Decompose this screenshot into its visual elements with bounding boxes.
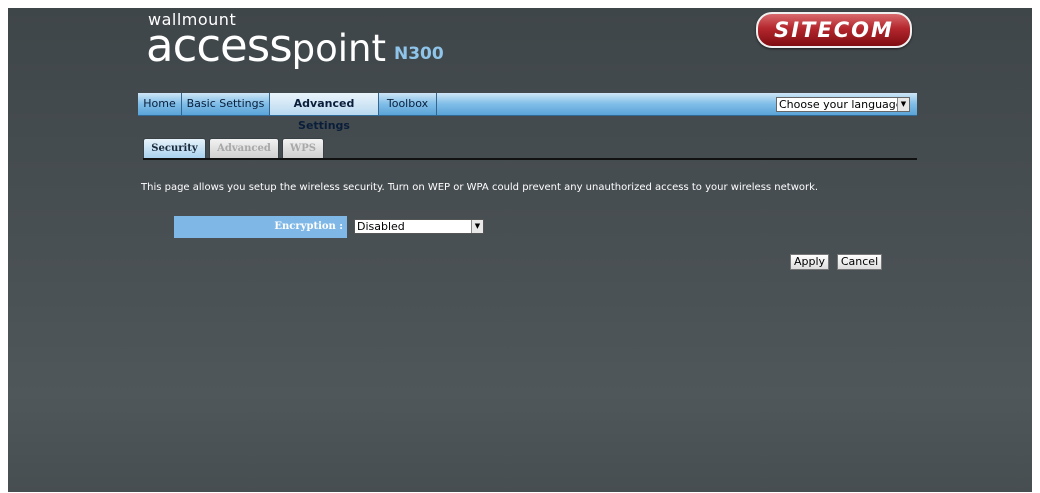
chevron-down-icon: ▼ [897, 98, 909, 111]
nav-toolbox[interactable]: Toolbox [379, 93, 437, 115]
language-select-value: Choose your language [779, 98, 903, 111]
encryption-label: Encryption : [174, 216, 347, 238]
encryption-select-value: Disabled [357, 220, 405, 233]
language-select[interactable]: Choose your language ▼ [776, 97, 910, 112]
tab-security[interactable]: Security [143, 138, 206, 158]
encryption-select[interactable]: Disabled ▼ [354, 219, 484, 234]
nav-advanced-settings[interactable]: Advanced Settings [270, 93, 379, 132]
nav-basic-settings[interactable]: Basic Settings [182, 93, 270, 115]
product-logo: accesspoint [146, 21, 386, 74]
logo-access-text: access [146, 19, 293, 72]
sitecom-logo: SITECOM [756, 12, 912, 48]
page-background: wallmount accesspoint N300 SITECOM Home … [8, 8, 1032, 492]
main-navigation: Home Basic Settings Advanced Settings To… [138, 93, 917, 132]
tab-wps[interactable]: WPS [282, 138, 324, 158]
page-description: This page allows you setup the wireless … [141, 182, 819, 193]
logo-model-text: N300 [394, 44, 444, 64]
tab-divider [143, 158, 917, 160]
nav-home[interactable]: Home [138, 93, 182, 115]
tab-advanced[interactable]: Advanced [209, 138, 279, 158]
apply-button[interactable]: Apply [790, 254, 829, 270]
logo-point-text: point [291, 27, 387, 70]
cancel-button[interactable]: Cancel [837, 254, 882, 270]
chevron-down-icon: ▼ [471, 220, 483, 233]
